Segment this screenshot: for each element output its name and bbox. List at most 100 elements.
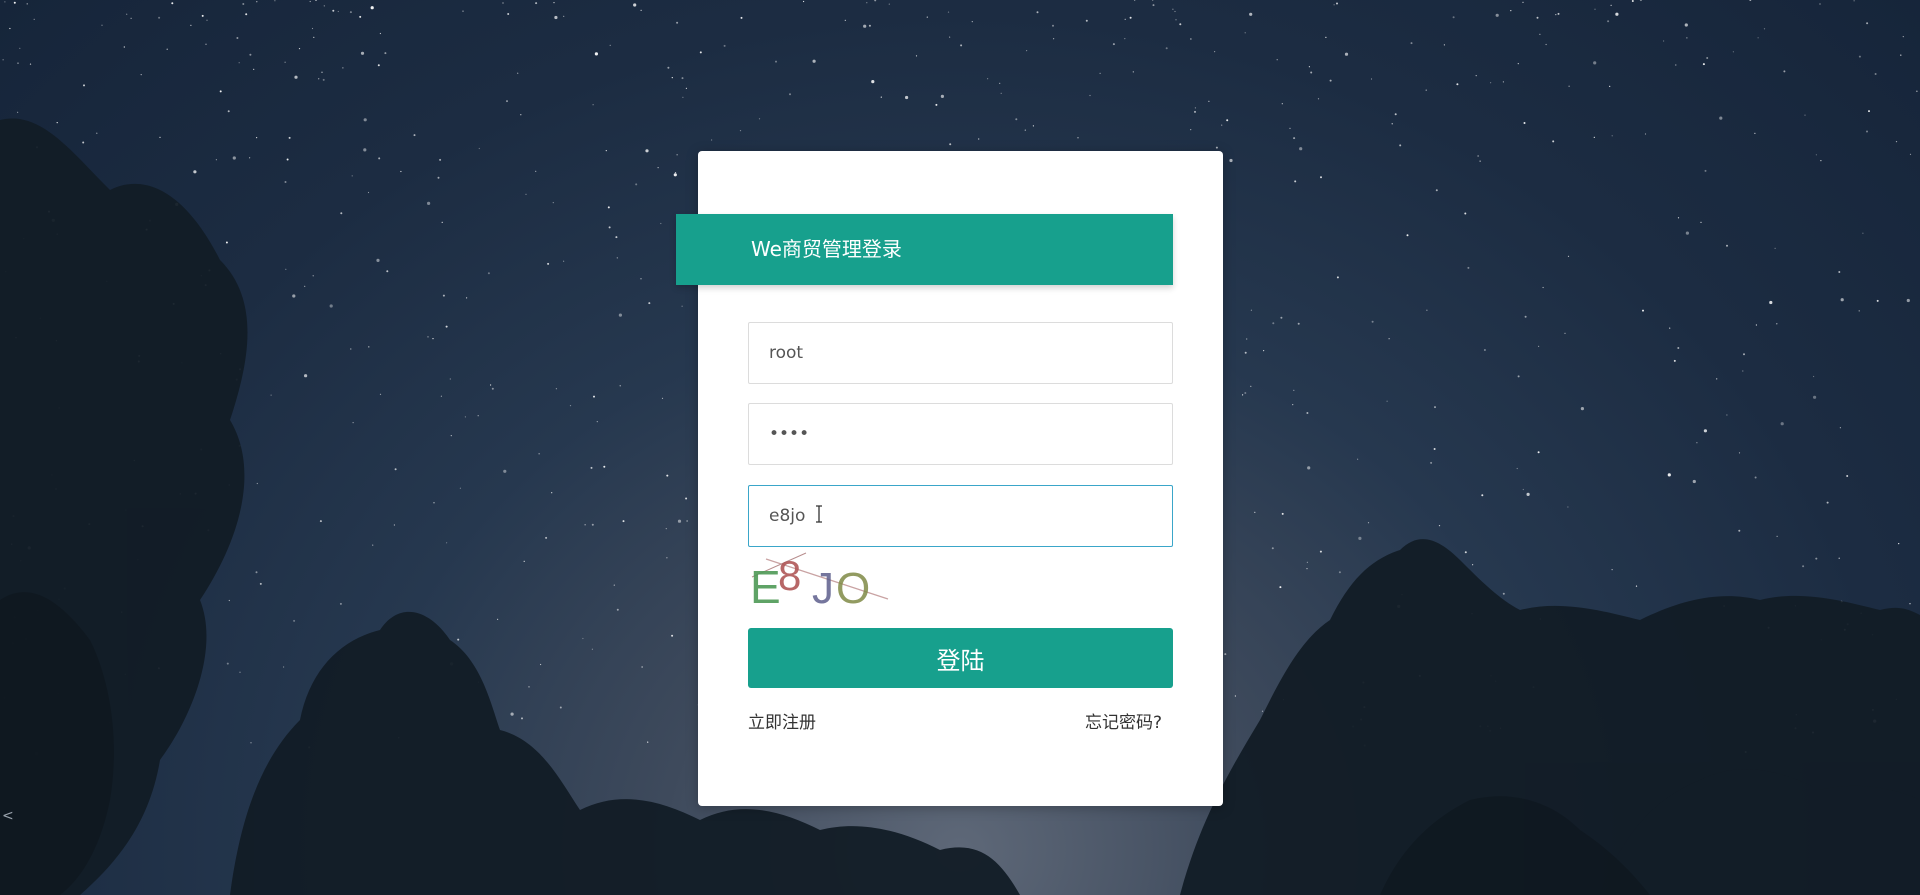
star (1099, 72, 1101, 74)
star (868, 24, 871, 27)
star (1667, 473, 1671, 477)
star (304, 285, 306, 287)
star (445, 325, 448, 328)
password-input[interactable] (748, 403, 1173, 465)
star (321, 71, 323, 73)
star (440, 395, 442, 397)
star (1443, 44, 1445, 46)
star (250, 742, 252, 744)
star (1306, 561, 1308, 563)
star (1490, 82, 1492, 84)
star (400, 170, 402, 173)
star (1542, 286, 1544, 289)
star (17, 62, 19, 64)
star (1700, 221, 1702, 223)
star (1909, 603, 1911, 605)
star (219, 90, 222, 93)
star (4, 1, 6, 3)
star (1523, 122, 1526, 124)
star (1261, 710, 1264, 712)
star (1338, 571, 1341, 574)
star (1165, 47, 1168, 50)
star (554, 15, 558, 20)
star (342, 67, 344, 69)
star (528, 686, 530, 688)
login-button[interactable]: 登陆 (748, 628, 1173, 688)
star (256, 137, 258, 139)
star (1555, 14, 1557, 16)
star (591, 523, 594, 526)
captcha-image[interactable]: E 8 J O (748, 551, 892, 611)
star (1293, 137, 1296, 140)
star (1769, 300, 1773, 305)
star (1467, 266, 1470, 269)
star (1263, 350, 1265, 352)
register-link[interactable]: 立即注册 (748, 708, 816, 733)
star (1858, 55, 1861, 58)
star (999, 82, 1001, 84)
star (1510, 10, 1512, 12)
star (682, 96, 684, 98)
star (888, 3, 890, 5)
star (676, 21, 679, 24)
star (1538, 345, 1540, 347)
star (1639, 0, 1642, 2)
star (503, 469, 507, 473)
star (256, 482, 258, 485)
star (1477, 155, 1479, 157)
star (82, 141, 85, 144)
star (1702, 63, 1705, 66)
star (1696, 442, 1698, 444)
star (1902, 36, 1904, 38)
star (1677, 347, 1680, 349)
star (457, 638, 460, 641)
star (1675, 64, 1677, 66)
star (1344, 52, 1349, 56)
star (1250, 385, 1252, 387)
star (384, 52, 387, 55)
star (647, 741, 649, 743)
star (1526, 492, 1530, 496)
star (350, 348, 352, 350)
star (1024, 129, 1026, 131)
star (205, 43, 207, 45)
star (2, 59, 4, 61)
star (1242, 394, 1244, 396)
star (510, 712, 514, 716)
star (13, 1, 16, 4)
star (462, 10, 464, 12)
star (1815, 154, 1817, 156)
star (1802, 565, 1805, 568)
star (270, 394, 272, 396)
star (304, 374, 308, 378)
star (947, 11, 950, 13)
star (1839, 427, 1841, 429)
star (274, 0, 276, 2)
star (1475, 75, 1477, 77)
star (1175, 19, 1177, 21)
star (1358, 536, 1362, 541)
star (1280, 316, 1283, 319)
star (671, 634, 674, 637)
star (313, 36, 315, 39)
star (1333, 4, 1335, 6)
star (616, 608, 619, 611)
star (377, 64, 380, 67)
star (1371, 320, 1374, 323)
star (487, 272, 490, 275)
star (1776, 323, 1778, 325)
star (459, 487, 461, 489)
star (1336, 2, 1338, 5)
star (1846, 475, 1849, 477)
star (1906, 298, 1910, 303)
star (540, 663, 542, 666)
username-input[interactable] (748, 322, 1173, 384)
star (563, 260, 565, 262)
star (1866, 22, 1869, 25)
star (740, 16, 743, 19)
forgot-password-link[interactable]: 忘记密码? (1085, 708, 1162, 733)
captcha-input[interactable] (748, 485, 1173, 547)
star (1244, 351, 1247, 354)
star (315, 0, 317, 1)
star (236, 37, 239, 39)
